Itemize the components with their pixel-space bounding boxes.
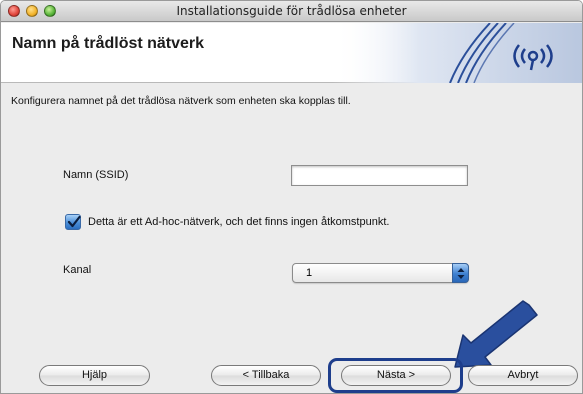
channel-label: Kanal [63,264,92,276]
ssid-label: Namn (SSID) [63,169,129,181]
adhoc-checkbox-label[interactable]: Detta är ett Ad-hoc-nätverk, och det fin… [88,216,389,228]
wireless-banner [332,23,582,83]
channel-select[interactable]: 1 [292,263,469,283]
description-text: Konfigurera namnet på det trådlösa nätve… [11,95,351,107]
page-header: Namn på trådlöst nätverk [1,23,582,83]
page-title: Namn på trådlöst nätverk [12,35,205,52]
adhoc-checkbox[interactable] [65,214,81,230]
installer-window: Installationsguide för trådlösa enheter … [0,0,583,394]
check-icon [67,215,81,228]
title-bar: Installationsguide för trådlösa enheter [1,1,582,22]
back-button[interactable]: < Tillbaka [211,365,321,386]
channel-select-value: 1 [306,267,313,279]
ssid-input[interactable] [291,165,468,186]
up-down-arrows-icon [452,263,469,283]
window-title: Installationsguide för trådlösa enheter [176,4,407,18]
cancel-button[interactable]: Avbryt [468,365,578,386]
help-button[interactable]: Hjälp [39,365,150,386]
next-button[interactable]: Nästa > [341,365,451,386]
